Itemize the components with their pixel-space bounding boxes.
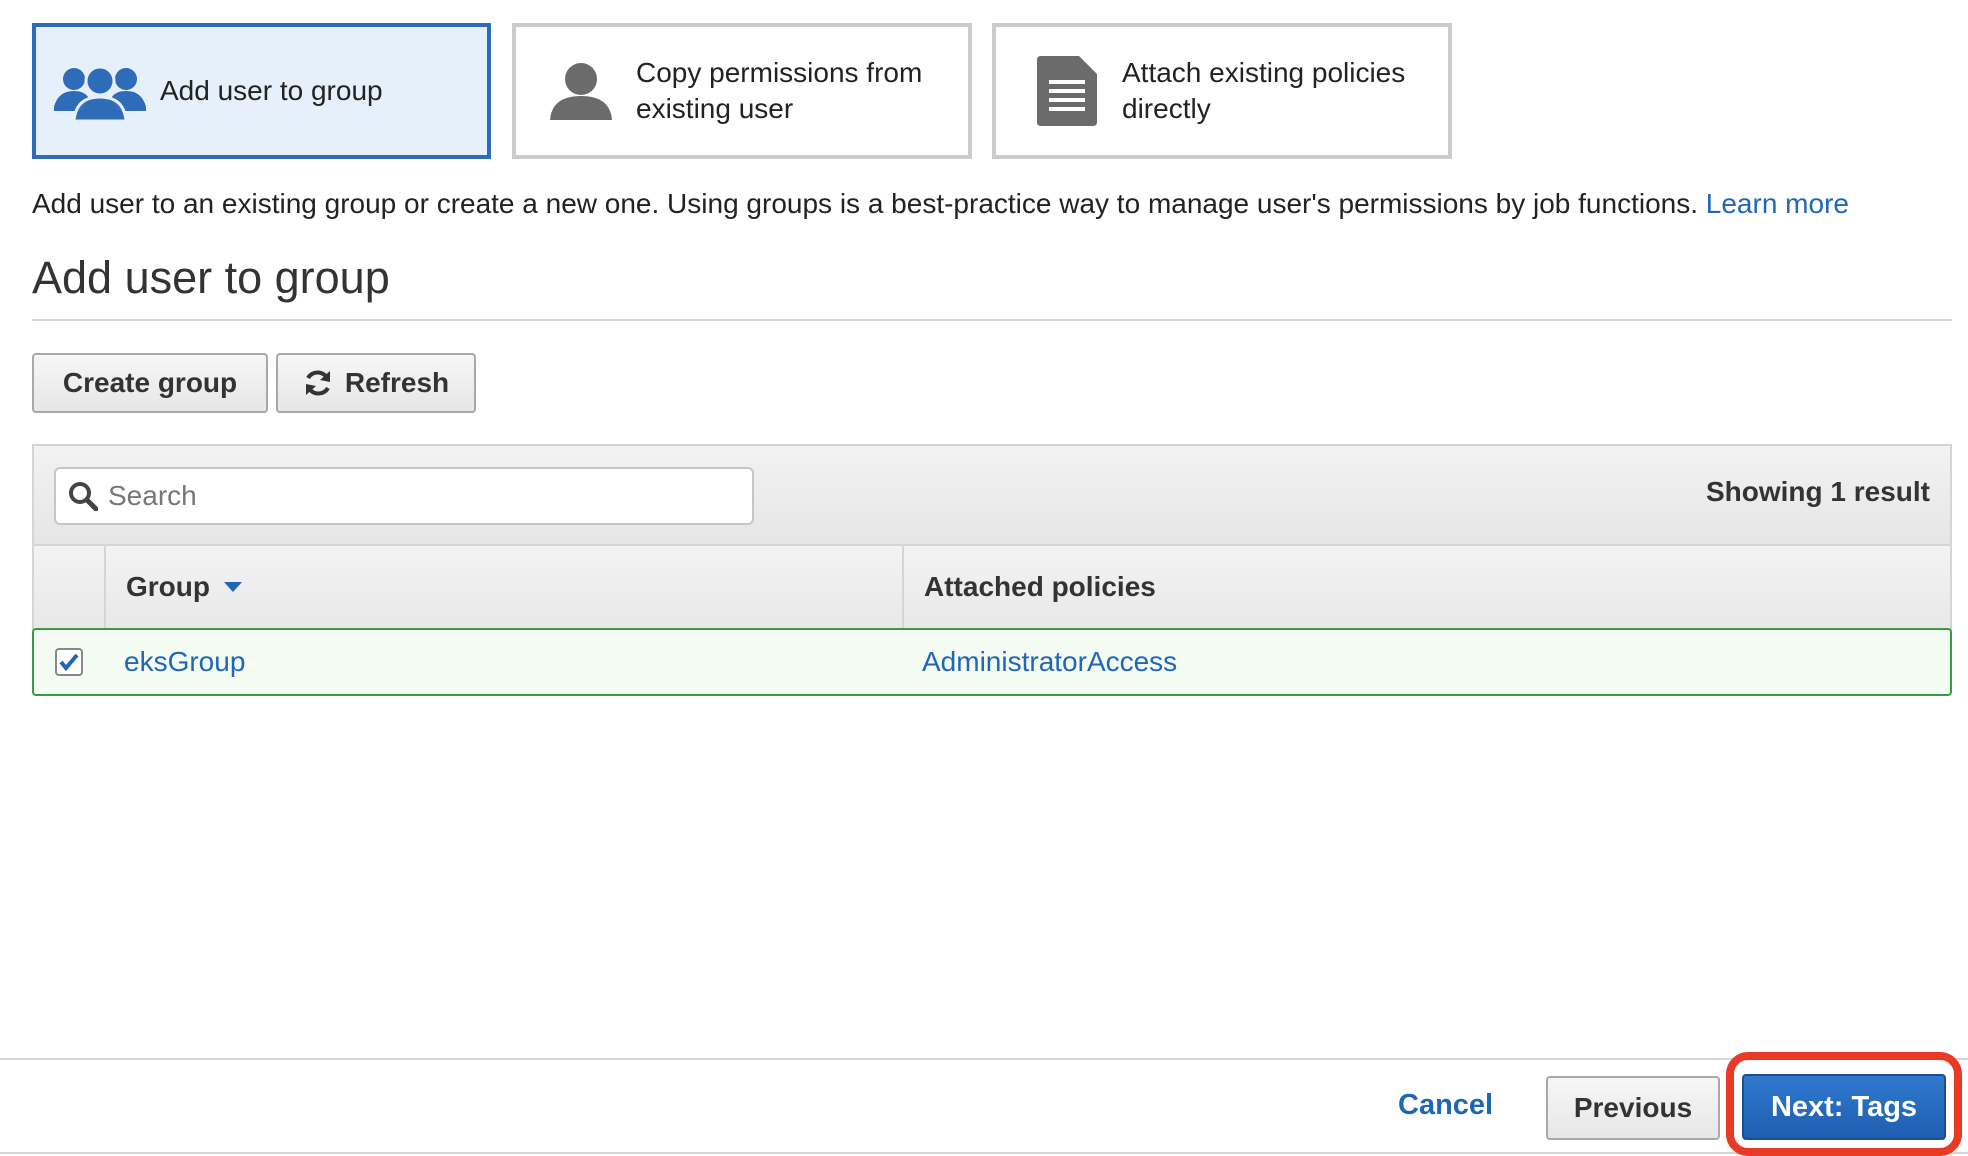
option-add-user-to-group[interactable]: Add user to group	[32, 23, 491, 159]
section-title: Add user to group	[32, 252, 390, 303]
previous-label: Previous	[1573, 1092, 1693, 1123]
search-input[interactable]	[106, 479, 710, 513]
divider	[32, 319, 1952, 321]
column-header-attached-policies: Attached policies	[924, 571, 1156, 602]
sort-caret-icon	[224, 582, 242, 592]
description-text: Add user to an existing group or create …	[32, 188, 1698, 219]
table-toolbar: Showing 1 result	[32, 444, 1952, 546]
search-box[interactable]	[54, 467, 754, 525]
refresh-icon	[305, 370, 330, 396]
refresh-label: Refresh	[344, 367, 450, 398]
result-count: Showing 1 result	[1705, 476, 1930, 507]
footer-divider	[0, 1058, 1968, 1060]
table-header: Group Attached policies	[32, 546, 1952, 630]
cancel-button[interactable]: Cancel	[1398, 1089, 1493, 1122]
user-icon	[526, 62, 636, 120]
row-checkbox-cell	[34, 648, 104, 676]
group-icon	[40, 61, 160, 121]
search-icon	[69, 482, 98, 511]
next-tags-button[interactable]: Next: Tags	[1742, 1074, 1946, 1140]
groups-table: Showing 1 result Group Attached policies…	[32, 444, 1952, 696]
row-checkbox[interactable]	[55, 648, 83, 676]
group-name-link[interactable]: eksGroup	[104, 646, 902, 678]
refresh-button[interactable]: Refresh	[276, 353, 476, 413]
column-header-group[interactable]: Group	[106, 546, 904, 628]
document-icon	[1022, 56, 1112, 126]
option-attach-policies[interactable]: Attach existing policies directly	[992, 23, 1452, 159]
option-copy-permissions[interactable]: Copy permissions from existing user	[512, 23, 972, 159]
previous-button[interactable]: Previous	[1546, 1076, 1720, 1140]
option-label: Add user to group	[160, 75, 383, 106]
table-row[interactable]: eksGroup AdministratorAccess	[32, 628, 1952, 696]
policy-link[interactable]: AdministratorAccess	[902, 646, 1950, 678]
create-group-label: Create group	[62, 367, 238, 398]
next-label: Next: Tags	[1770, 1090, 1918, 1123]
learn-more-link[interactable]: Learn more	[1706, 188, 1849, 219]
option-label: Copy permissions from existing user	[636, 57, 923, 124]
checkmark-icon	[59, 653, 79, 671]
description: Add user to an existing group or create …	[32, 184, 1849, 224]
create-group-button[interactable]: Create group	[32, 353, 268, 413]
footer-bottom-divider	[0, 1152, 1968, 1154]
option-label: Attach existing policies directly	[1122, 57, 1406, 124]
header-checkbox-column	[34, 546, 106, 628]
